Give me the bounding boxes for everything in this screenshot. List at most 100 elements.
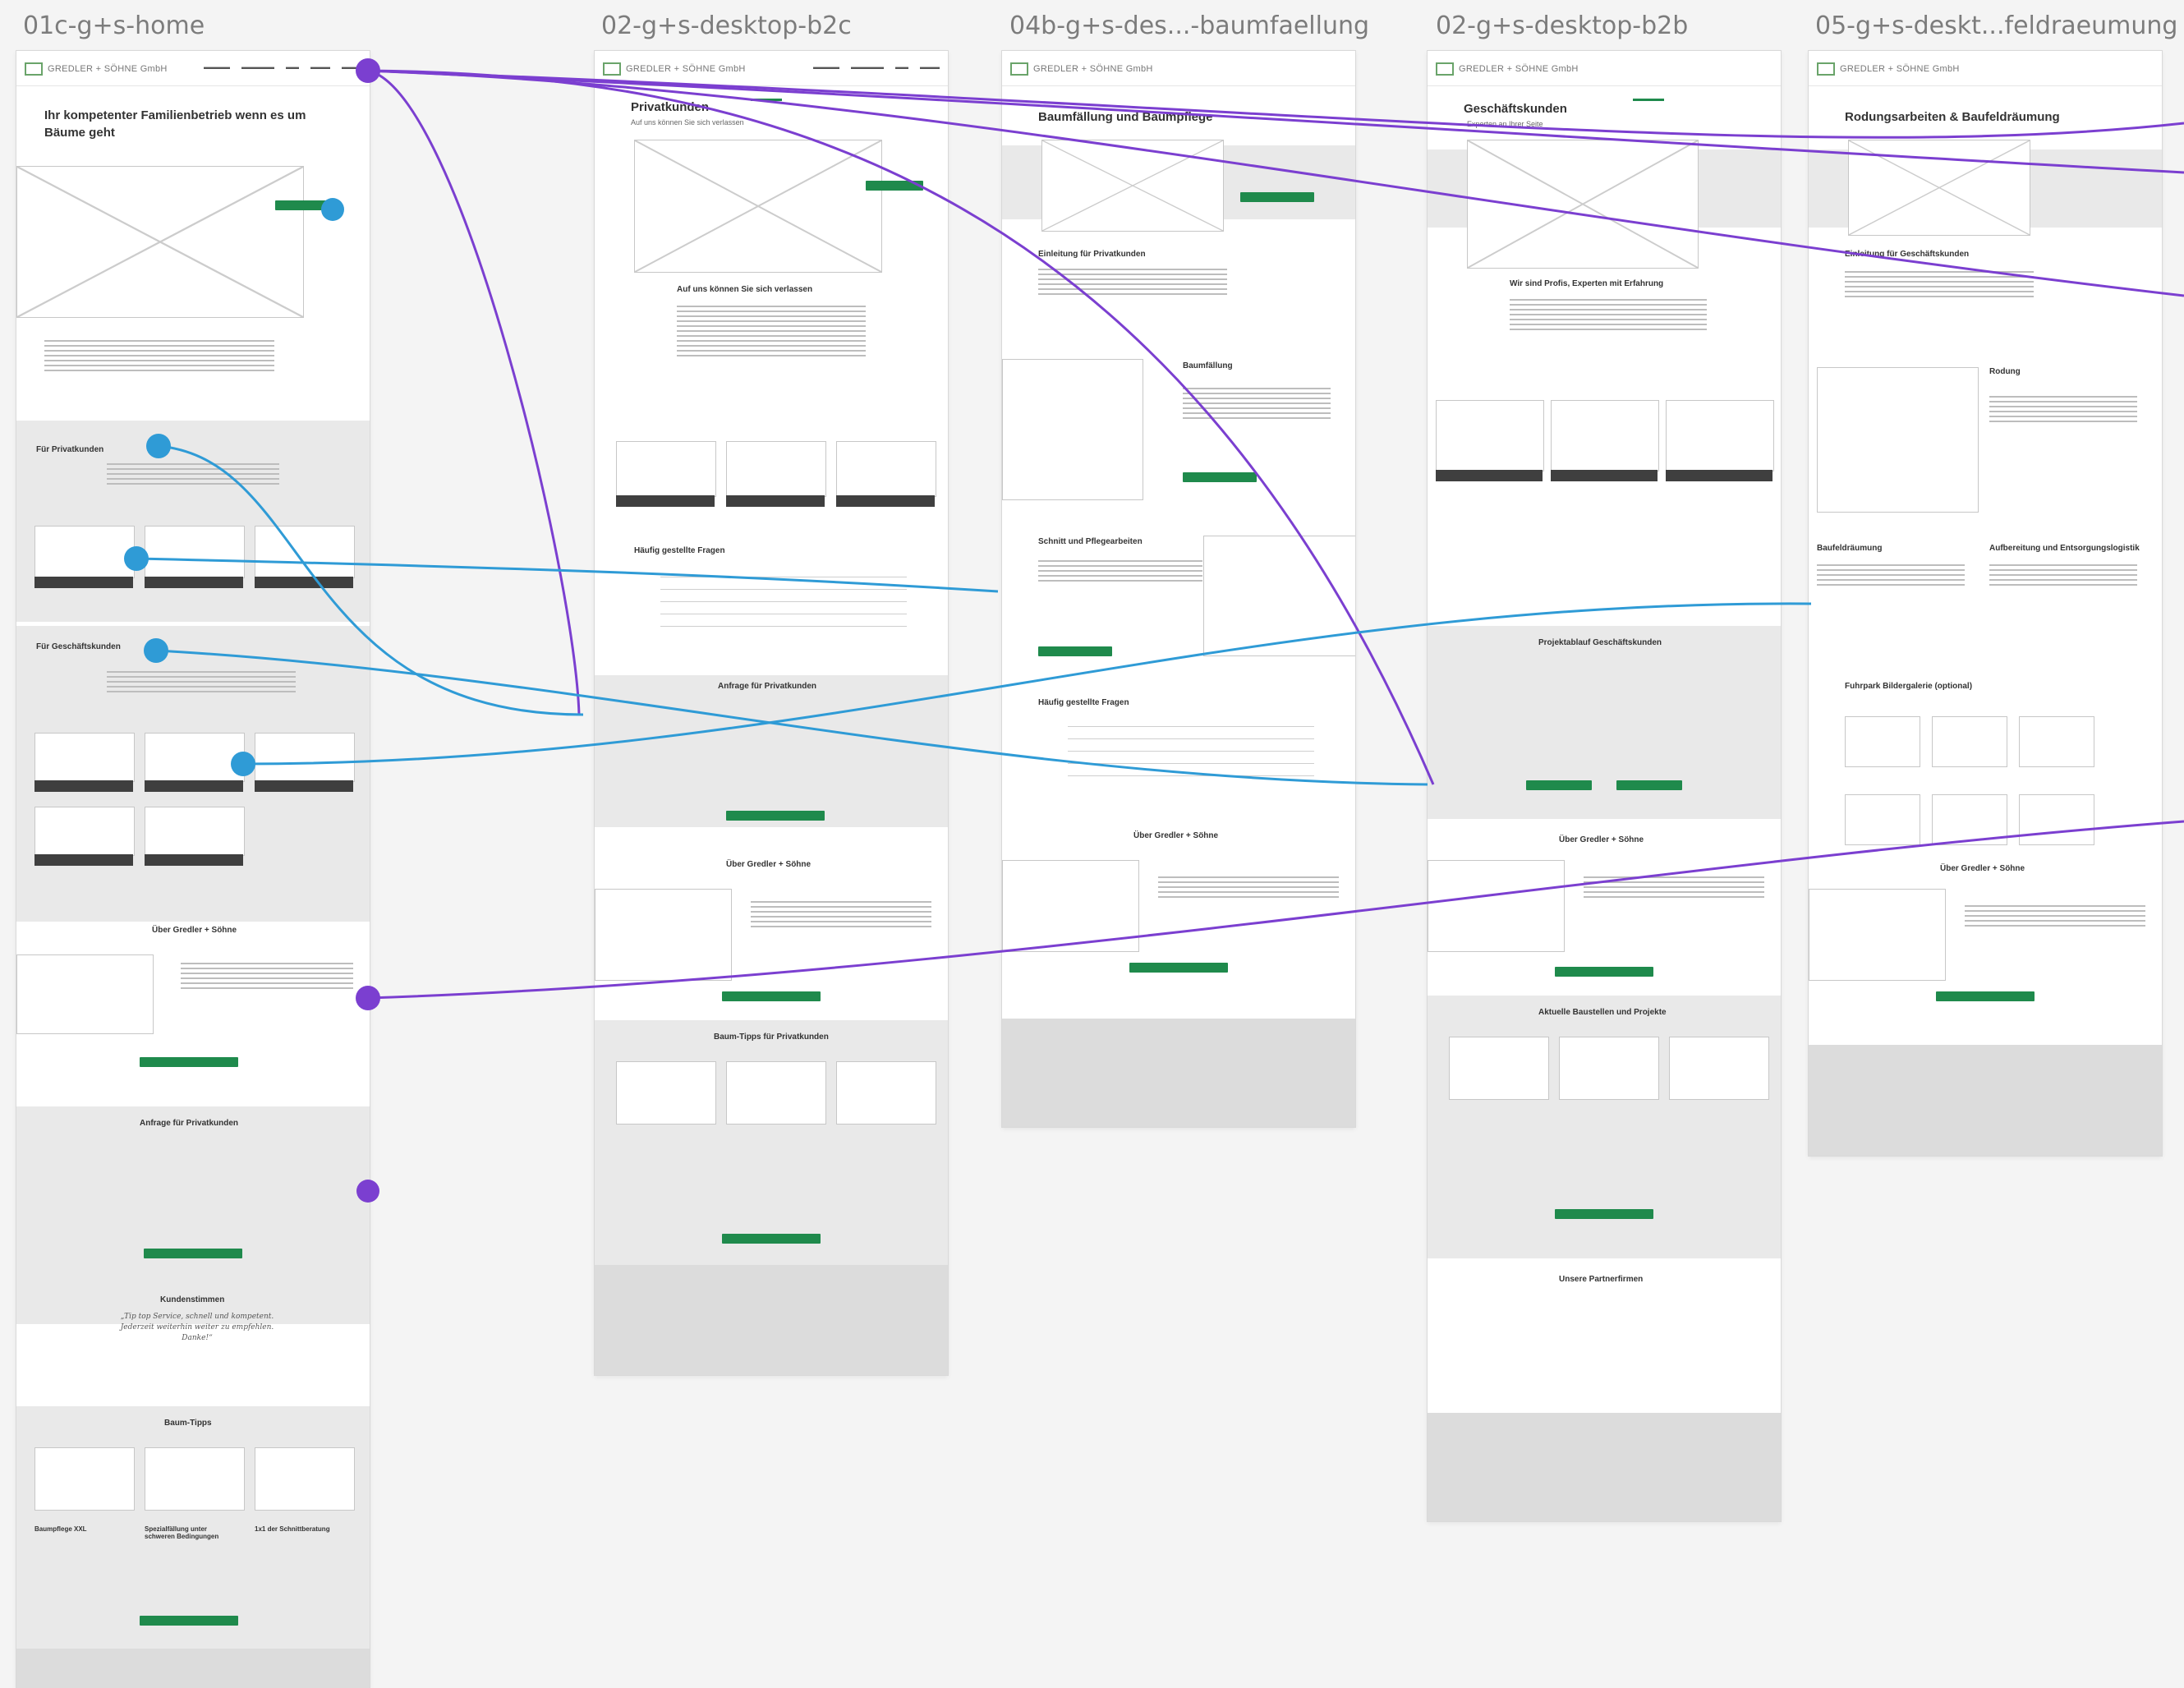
hero-title: Rodungsarbeiten & Baufeldräumung: [1845, 110, 2060, 124]
hero-title: Baumfällung und Baumpflege: [1038, 110, 1213, 124]
tip-card-2[interactable]: [145, 1447, 245, 1511]
b2b-text: [107, 671, 296, 692]
top-nav: GREDLER + SÖHNE GmbH ▬▬▬▬ ▬▬▬▬▬ ▬▬ ▬▬▬ ▬▬▬: [16, 51, 370, 86]
section-text: [1510, 299, 1707, 330]
logo[interactable]: GREDLER + SÖHNE GmbH: [1817, 62, 1960, 76]
b2c-title: Für Privatkunden: [36, 445, 104, 454]
care-button[interactable]: [1038, 646, 1112, 656]
reviews-title: Kundenstimmen: [160, 1295, 225, 1304]
process-section: [1428, 626, 1781, 819]
logo[interactable]: GREDLER + SÖHNE GmbH: [25, 62, 168, 76]
projects-title: Aktuelle Baustellen und Projekte: [1538, 1008, 1667, 1017]
tip-card-3[interactable]: [255, 1447, 355, 1511]
tip-title-3: 1x1 der Schnittberatung: [255, 1525, 330, 1533]
tip-card-1[interactable]: [34, 1447, 135, 1511]
col-a-title: Baufeldräumung: [1817, 544, 1883, 553]
partners-title: Unsere Partnerfirmen: [1559, 1275, 1644, 1284]
section-text: [1989, 396, 2137, 422]
artboard-b2c[interactable]: GREDLER + SÖHNE GmbH ▬▬▬▬ ▬▬▬▬▬ ▬▬ ▬▬▬ Priva…: [595, 51, 948, 1375]
flow-link-purple: [367, 69, 581, 715]
b2b-card-4[interactable]: [34, 807, 135, 856]
hero-cta-button[interactable]: [1240, 192, 1314, 202]
b2b-card-3[interactable]: [255, 733, 355, 782]
hero-subtitle: Auf uns können Sie sich verlassen: [631, 118, 744, 126]
about-button[interactable]: [1936, 991, 2035, 1001]
footer: [1002, 1019, 1355, 1127]
b2b-card-1[interactable]: [34, 733, 135, 782]
intro-title: Einleitung für Geschäftskunden: [1845, 250, 1970, 259]
footer: [1809, 1045, 2162, 1156]
artboard-title[interactable]: 02-g+s-desktop-b2b: [1436, 11, 1688, 40]
inquiry-button[interactable]: [144, 1249, 242, 1258]
faq-title: Häufig gestellte Fragen: [634, 546, 725, 555]
tips-title: Baum-Tipps für Privatkunden: [714, 1033, 829, 1042]
about-text: [181, 963, 353, 989]
about-image-placeholder: [1002, 860, 1139, 952]
artboard-title[interactable]: 02-g+s-desktop-b2c: [601, 11, 852, 40]
footer: [595, 1265, 948, 1375]
artboard-b2b[interactable]: GREDLER + SÖHNE GmbH Geschäftskunden Exp…: [1428, 51, 1781, 1521]
hero-image-placeholder: [1041, 140, 1224, 232]
top-nav: GREDLER + SÖHNE GmbH: [1809, 51, 2162, 86]
service-card-1[interactable]: [616, 441, 716, 497]
b2b-card-2[interactable]: [145, 733, 245, 782]
hero-title: Ihr kompetenter Familienbetrieb wenn es …: [44, 108, 306, 140]
artboard-baumfaellung[interactable]: GREDLER + SÖHNE GmbH Baumfällung und Bau…: [1002, 51, 1355, 1127]
about-title: Über Gredler + Söhne: [1940, 864, 2025, 873]
tips-button[interactable]: [140, 1616, 238, 1626]
intro-text: [1845, 271, 2034, 297]
hero-image-placeholder: [16, 166, 304, 318]
hero-image-placeholder: [634, 140, 882, 273]
artboard-title[interactable]: 05-g+s-deskt...feldraeumung: [1815, 11, 2177, 40]
service-card-3[interactable]: [836, 441, 936, 497]
logo[interactable]: GREDLER + SÖHNE GmbH: [603, 62, 746, 76]
about-text: [1584, 876, 1764, 898]
artboard-feldraeumung[interactable]: GREDLER + SÖHNE GmbH Rodungsarbeiten & B…: [1809, 51, 2162, 1156]
b2c-card-1[interactable]: [34, 526, 135, 578]
about-image-placeholder: [1428, 860, 1565, 952]
artboard-title[interactable]: 04b-g+s-des...-baumfaellung: [1009, 11, 1369, 40]
about-title: Über Gredler + Söhne: [726, 860, 812, 869]
nav-items[interactable]: ▬▬▬▬ ▬▬▬▬▬ ▬▬ ▬▬▬ ▬▬▬: [204, 63, 361, 71]
b2c-text: [107, 463, 279, 485]
footer: [1428, 1413, 1781, 1521]
about-button[interactable]: [1555, 967, 1653, 977]
b2c-card-3[interactable]: [255, 526, 355, 578]
b2c-card-2[interactable]: [145, 526, 245, 578]
review-quote: „Tip top Service, schnell und kompetent.…: [120, 1313, 274, 1342]
intro-title: Einleitung für Privatkunden: [1038, 250, 1146, 259]
tip-title-1: Baumpflege XXL: [34, 1525, 87, 1533]
inquiry-button[interactable]: [726, 811, 825, 821]
about-image-placeholder: [595, 889, 732, 981]
section-title: Wir sind Profis, Experten mit Erfahrung: [1510, 279, 1664, 288]
intro-text: [44, 340, 274, 371]
col-b-title: Aufbereitung und Entsorgungslogistik: [1989, 544, 2140, 553]
section-button[interactable]: [1183, 472, 1257, 482]
logo[interactable]: GREDLER + SÖHNE GmbH: [1436, 62, 1579, 76]
process-title: Projektablauf Geschäftskunden: [1538, 638, 1662, 647]
inquiry-section: [595, 675, 948, 827]
inquiry-title: Anfrage für Privatkunden: [718, 682, 817, 691]
care-text: [1038, 560, 1202, 582]
hero-cta-button[interactable]: [866, 181, 923, 191]
projects-section: [1428, 996, 1781, 1258]
hero-title: Privatkunden: [631, 100, 710, 114]
care-image-placeholder: [1203, 536, 1355, 656]
about-title: Über Gredler + Söhne: [1133, 831, 1219, 840]
about-image-placeholder: [1809, 889, 1946, 981]
service-card-2[interactable]: [726, 441, 826, 497]
section-title: Auf uns können Sie sich verlassen: [677, 285, 813, 294]
b2b-card-5[interactable]: [145, 807, 245, 856]
about-button[interactable]: [722, 991, 821, 1001]
artboard-title[interactable]: 01c-g+s-home: [23, 11, 205, 40]
about-button[interactable]: [1129, 963, 1228, 973]
section-text: [1183, 388, 1331, 419]
section-title: Rodung: [1989, 367, 2021, 376]
tips-title: Baum-Tipps: [164, 1419, 212, 1428]
tips-button[interactable]: [722, 1234, 821, 1244]
about-button[interactable]: [140, 1057, 238, 1067]
about-title: Über Gredler + Söhne: [152, 926, 237, 935]
hero-cta-button[interactable]: [275, 200, 329, 210]
logo[interactable]: GREDLER + SÖHNE GmbH: [1010, 62, 1153, 76]
artboard-home[interactable]: GREDLER + SÖHNE GmbH ▬▬▬▬ ▬▬▬▬▬ ▬▬ ▬▬▬ ▬▬▬ I…: [16, 51, 370, 1688]
